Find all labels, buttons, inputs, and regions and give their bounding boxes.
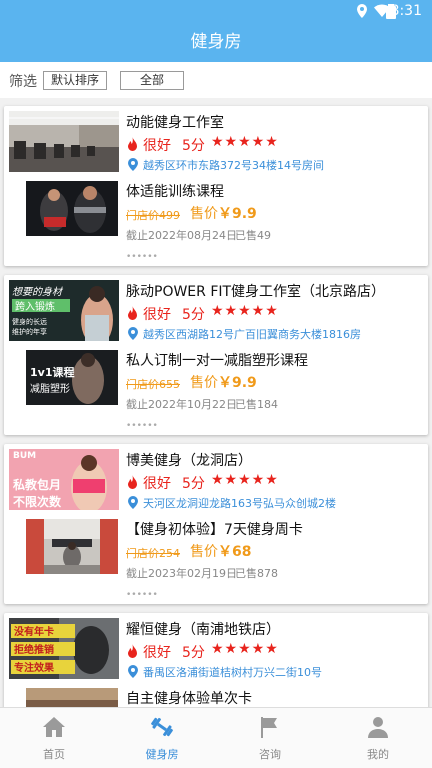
sale-price-label: 售价 [190,544,218,560]
course-photo[interactable] [26,688,118,707]
course-photo[interactable] [26,181,118,236]
course-name[interactable]: 体适能训练课程 [126,181,224,201]
tab-label: 我的 [367,748,389,761]
promo-text: 减脂塑形 [30,382,70,395]
sort-dropdown[interactable]: 默认排序 [43,71,107,90]
tab-gym[interactable]: 健身房 [108,708,216,768]
course-name[interactable]: 自主健身体验单次卡 [126,688,252,707]
sale-price: 售价￥9.9 [190,203,257,223]
dumbbell-icon [151,717,173,737]
course-name[interactable]: 私人订制一对一减脂塑形课程 [126,350,308,370]
gym-list[interactable]: 动能健身工作室 很好 5分 ★★★★★ 越秀区环市东路372号34楼14号房间 … [0,98,432,707]
location-icon [357,4,367,18]
more-indicator[interactable]: •••••• [126,252,158,262]
sale-price-label: 售价 [190,206,218,222]
filter-bar: 筛选 默认排序 全部 [0,62,432,98]
promo-text: 不限次数 [13,494,62,509]
rating-score: 5分 [182,645,205,661]
tab-profile[interactable]: 我的 [324,708,432,768]
gym-photo[interactable]: 想要的身材 跨入锻炼 健身的长远 维护的年享 [9,280,119,341]
promo-text: 拒绝推销 [14,643,54,656]
star-rating: ★★★★★ [211,134,279,150]
fire-icon [128,306,137,320]
promo-text: 跨入锻炼 [15,300,55,313]
filter-label: 筛选 [9,74,37,90]
gym-name[interactable]: 耀恒健身（南浦地铁店） [126,619,280,639]
more-indicator[interactable]: •••••• [126,421,158,431]
promo-text: 1v1课程 [30,365,74,379]
deadline: 截止2022年08月24日 [126,229,237,242]
rating-text: 很好 [143,307,171,323]
bottom-tab-bar: 首页 健身房 咨询 我的 [0,707,432,768]
gym-name[interactable]: 动能健身工作室 [126,112,224,132]
tab-label: 咨询 [259,748,281,761]
sale-price: 售价￥68 [190,541,251,561]
tab-home[interactable]: 首页 [0,708,108,768]
original-price: 门店价499 [126,209,180,222]
gym-card[interactable]: BUM 私教包月 不限次数 博美健身（龙洞店） 很好 5分 ★★★★★ 天河区龙… [4,444,428,604]
promo-text: 想要的身材 [12,286,64,298]
course-photo[interactable] [26,519,118,574]
gym-name[interactable]: 博美健身（龙洞店） [126,450,252,470]
gym-address: 越秀区环市东路372号34楼14号房间 [143,159,324,172]
rating-score: 5分 [182,476,205,492]
gym-card[interactable]: 动能健身工作室 很好 5分 ★★★★★ 越秀区环市东路372号34楼14号房间 … [4,106,428,266]
fire-icon [128,137,137,151]
gym-name[interactable]: 脉动POWER FIT健身工作室（北京路店） [126,281,385,301]
rating-text: 很好 [143,645,171,661]
location-pin-icon [128,665,138,678]
original-price: 门店价254 [126,547,180,560]
gym-photo[interactable]: 没有年卡 拒绝推销 专注效果 [9,618,119,679]
sold-count: 已售184 [235,398,278,411]
more-indicator[interactable]: •••••• [126,590,158,600]
battery-icon [386,4,396,19]
location-pin-icon [128,327,138,340]
status-bar: 8:31 [0,0,432,22]
rating-text: 很好 [143,138,171,154]
gym-card[interactable]: 想要的身材 跨入锻炼 健身的长远 维护的年享 脉动POWER FIT健身工作室（… [4,275,428,435]
gym-photo[interactable] [9,111,119,172]
gym-card[interactable]: 没有年卡 拒绝推销 专注效果 耀恒健身（南浦地铁店） 很好 5分 ★★★★★ 番… [4,613,428,707]
promo-text: 私教包月 [12,477,61,492]
original-price: 门店价655 [126,378,180,391]
rating-score: 5分 [182,307,205,323]
user-icon [368,717,388,738]
fire-icon [128,475,137,489]
promo-text: 没有年卡 [14,625,54,638]
sale-price-value: ￥68 [218,544,252,560]
fire-icon [128,644,137,658]
tab-label: 首页 [43,748,65,761]
gym-address: 天河区龙洞迎龙路163号弘马众创城2楼 [143,497,336,510]
course-photo[interactable]: 1v1课程 减脂塑形 [26,350,118,405]
flag-icon [261,717,277,738]
promo-text: 维护的年享 [12,327,47,336]
star-rating: ★★★★★ [211,641,279,657]
sold-count: 已售878 [235,567,278,580]
tab-consult[interactable]: 咨询 [216,708,324,768]
deadline: 截止2023年02月19日 [126,567,237,580]
star-rating: ★★★★★ [211,472,279,488]
promo-text: 专注效果 [14,661,55,674]
location-pin-icon [128,496,138,509]
sold-count: 已售49 [235,229,271,242]
deadline: 截止2022年10月22日 [126,398,237,411]
promo-text: BUM [13,451,36,461]
sale-price-value: ￥9.9 [218,206,257,222]
gym-address: 番禺区洛浦街道桔树村万兴二街10号 [143,666,322,679]
sale-price: 售价￥9.9 [190,372,257,392]
sale-price-label: 售价 [190,375,218,391]
location-pin-icon [128,158,138,171]
tab-label: 健身房 [145,748,179,761]
category-dropdown[interactable]: 全部 [120,71,184,90]
course-name[interactable]: 【健身初体验】7天健身周卡 [126,519,303,539]
gym-address: 越秀区西湖路12号广百旧翼商务大楼1816房 [143,328,361,341]
rating-text: 很好 [143,476,171,492]
rating-score: 5分 [182,138,205,154]
promo-text: 健身的长远 [12,317,47,326]
gym-photo[interactable]: BUM 私教包月 不限次数 [9,449,119,510]
home-icon [43,717,65,737]
star-rating: ★★★★★ [211,303,279,319]
page-title: 健身房 [0,22,432,62]
sale-price-value: ￥9.9 [218,375,257,391]
